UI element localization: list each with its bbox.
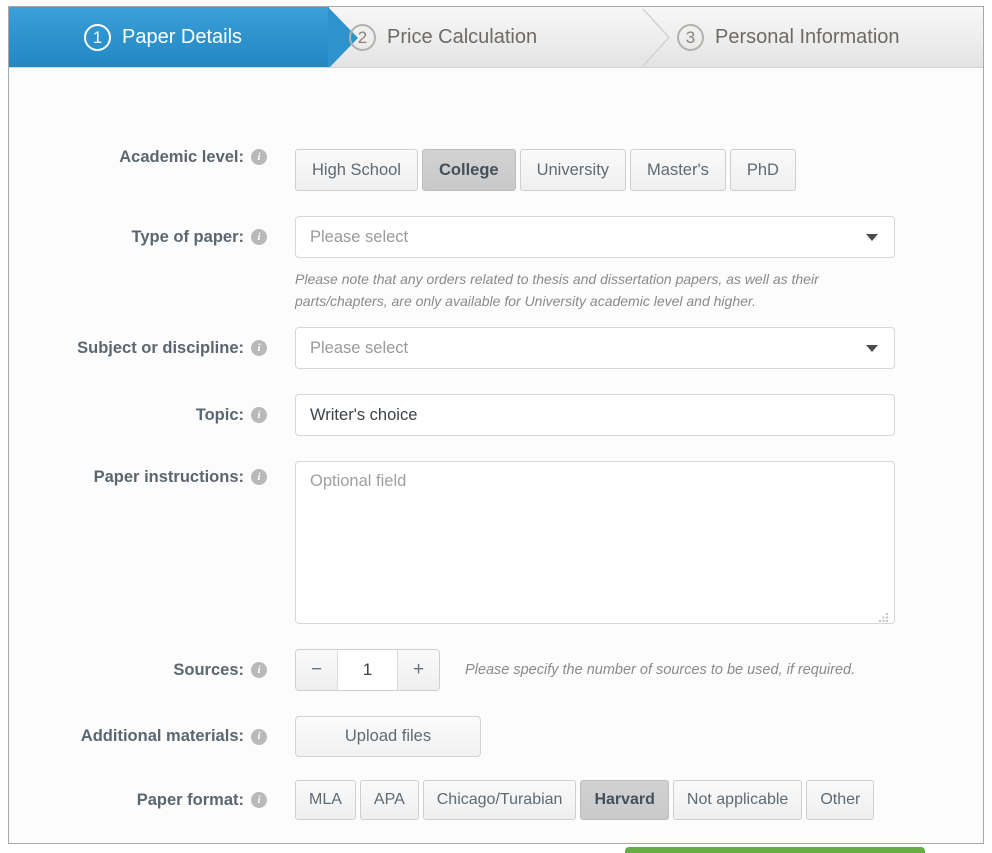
academic-level-option-phd[interactable]: PhD	[729, 149, 796, 191]
row-paper-format: Paper format: i MLA APA Chicago/Turabian…	[9, 780, 983, 820]
step-number-1: 1	[84, 24, 111, 51]
topic-input[interactable]	[295, 394, 895, 436]
paper-instructions-textarea[interactable]	[295, 461, 895, 624]
info-icon-paper-format[interactable]: i	[251, 792, 267, 808]
paper-format-options: MLA APA Chicago/Turabian Harvard Not app…	[295, 780, 875, 820]
paper-instructions-control	[295, 461, 895, 629]
label-additional-materials: Additional materials: i	[9, 716, 267, 757]
step-number-3: 3	[677, 24, 704, 51]
subject-select[interactable]: Please select	[295, 327, 895, 369]
step-label-personal-information: Personal Information	[715, 26, 900, 48]
academic-level-option-high-school[interactable]: High School	[295, 149, 418, 191]
label-subject-text: Subject or discipline:	[77, 338, 244, 357]
row-type-of-paper: Type of paper: i Please select Please no…	[9, 216, 983, 312]
label-subject: Subject or discipline: i	[9, 327, 267, 369]
subject-control: Please select	[295, 327, 895, 369]
step-progress-bar: 1 Paper Details 2 Price Calculation 3 Pe…	[9, 7, 983, 68]
row-paper-instructions: Paper instructions: i	[9, 461, 983, 629]
row-additional-materials: Additional materials: i Upload files	[9, 716, 983, 757]
sources-decrement-button[interactable]: −	[296, 650, 338, 690]
row-academic-level: Academic level: i High School College Un…	[9, 149, 983, 191]
type-of-paper-control: Please select Please note that any order…	[295, 216, 915, 312]
step-tab-personal-information[interactable]: 3 Personal Information	[677, 7, 983, 67]
info-icon-additional-materials[interactable]: i	[251, 728, 267, 745]
type-of-paper-value: Please select	[310, 227, 409, 246]
step-label-paper-details: Paper Details	[122, 26, 243, 48]
label-topic-text: Topic:	[195, 405, 244, 424]
row-sources: Sources: i − 1 + Please specify the numb…	[9, 649, 983, 691]
label-paper-format-text: Paper format:	[136, 790, 244, 809]
chevron-down-icon-subject	[866, 345, 878, 352]
paper-format-option-apa[interactable]: APA	[359, 780, 419, 820]
type-of-paper-select[interactable]: Please select	[295, 216, 895, 258]
label-paper-instructions-text: Paper instructions:	[93, 467, 244, 486]
sources-value[interactable]: 1	[338, 650, 397, 690]
label-type-of-paper: Type of paper: i	[9, 216, 267, 258]
proceed-to-price-calculation-button[interactable]: Proceed to Price Calculation→	[625, 847, 925, 853]
step-tab-price-calculation[interactable]: 2 Price Calculation	[349, 7, 649, 67]
info-icon-paper-instructions[interactable]: i	[251, 469, 267, 485]
subject-value: Please select	[310, 338, 409, 357]
topic-control	[295, 394, 895, 436]
info-icon-subject[interactable]: i	[251, 340, 267, 356]
academic-level-option-university[interactable]: University	[519, 149, 627, 191]
label-paper-format: Paper format: i	[9, 780, 267, 820]
upload-files-button[interactable]: Upload files	[295, 716, 481, 757]
paper-format-option-not-applicable[interactable]: Not applicable	[672, 780, 803, 820]
info-icon-type-of-paper[interactable]: i	[251, 229, 267, 245]
step-tab-paper-details[interactable]: 1 Paper Details	[9, 7, 358, 67]
academic-level-options: High School College University Master's …	[295, 149, 796, 191]
paper-format-option-harvard[interactable]: Harvard	[580, 780, 669, 820]
row-subject: Subject or discipline: i Please select	[9, 327, 983, 369]
label-academic-level-text: Academic level:	[119, 148, 244, 166]
paper-format-option-mla[interactable]: MLA	[295, 780, 356, 820]
sources-hint: Please specify the number of sources to …	[465, 662, 856, 678]
sources-increment-button[interactable]: +	[397, 650, 439, 690]
info-icon-sources[interactable]: i	[251, 662, 267, 678]
label-type-of-paper-text: Type of paper:	[131, 227, 244, 246]
type-of-paper-note: Please note that any orders related to t…	[295, 271, 819, 309]
order-form-card: 1 Paper Details 2 Price Calculation 3 Pe…	[8, 6, 984, 853]
additional-materials-control: Upload files	[295, 716, 481, 757]
info-icon-topic[interactable]: i	[251, 407, 267, 423]
academic-level-option-college[interactable]: College	[421, 149, 516, 191]
sources-stepper: − 1 +	[295, 649, 440, 691]
order-form-page: 1 Paper Details 2 Price Calculation 3 Pe…	[0, 0, 992, 853]
label-sources-text: Sources:	[173, 660, 244, 679]
sources-control: − 1 + Please specify the number of sourc…	[295, 649, 855, 691]
label-additional-materials-text: Additional materials:	[80, 727, 244, 746]
step-number-2: 2	[349, 24, 376, 51]
label-academic-level: Academic level: i	[9, 149, 267, 166]
paper-format-option-other[interactable]: Other	[806, 780, 875, 820]
chevron-down-icon-type-of-paper	[866, 234, 878, 241]
label-sources: Sources: i	[9, 649, 267, 691]
label-paper-instructions: Paper instructions: i	[9, 461, 267, 493]
paper-format-option-chicago-turabian[interactable]: Chicago/Turabian	[422, 780, 577, 820]
academic-level-option-masters[interactable]: Master's	[630, 149, 726, 191]
row-topic: Topic: i	[9, 394, 983, 436]
label-topic: Topic: i	[9, 394, 267, 436]
info-icon-academic-level[interactable]: i	[251, 149, 267, 166]
step-label-price-calculation: Price Calculation	[387, 26, 538, 48]
